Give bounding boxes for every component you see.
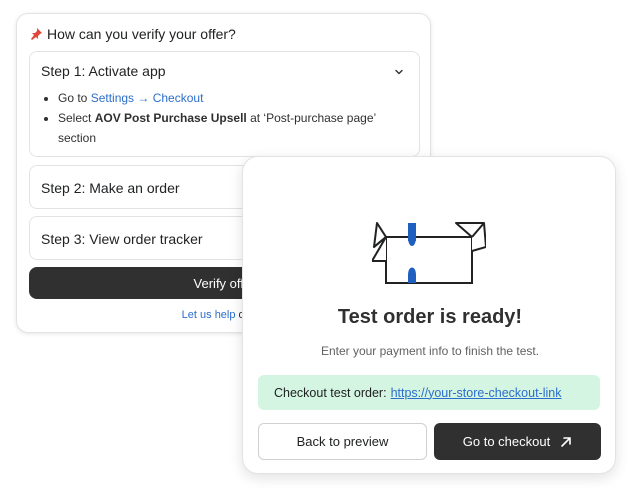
chevron-down-icon[interactable]: [393, 66, 405, 78]
pushpin-icon: [29, 27, 43, 41]
verify-card-title-text: How can you verify your offer?: [47, 26, 236, 42]
list-item: Select AOV Post Purchase Upsell at ‘Post…: [58, 108, 408, 148]
modal-subtitle: Enter your payment info to finish the te…: [320, 344, 540, 358]
modal-title: Test order is ready!: [337, 306, 523, 328]
step-2-title[interactable]: Step 2: Make an order: [41, 180, 180, 196]
arrow-up-right-icon: [561, 436, 572, 447]
step-1-accordion[interactable]: Step 1: Activate app Go to Settings → Ch…: [29, 51, 420, 157]
list-item: Go to Settings → Checkout: [58, 88, 408, 108]
test-order-modal: Test order is ready! Enter your payment …: [242, 156, 616, 474]
instruction-text: Go to: [58, 91, 91, 105]
step-3-title[interactable]: Step 3: View order tracker: [41, 231, 203, 247]
settings-checkout-link[interactable]: Settings → Checkout: [91, 91, 204, 105]
verify-card-title: How can you verify your offer?: [29, 26, 236, 42]
checkout-test-order-banner: Checkout test order: https://your-store-…: [258, 375, 600, 410]
checkout-label: Checkout test order:: [274, 385, 387, 400]
step-1-title[interactable]: Step 1: Activate app: [41, 63, 166, 79]
open-box-icon: [372, 222, 486, 284]
app-name: AOV Post Purchase Upsell: [94, 111, 247, 125]
step-1-instructions: Go to Settings → Checkout Select AOV Pos…: [58, 88, 408, 148]
instruction-text: Select: [58, 111, 95, 125]
go-to-checkout-button[interactable]: Go to checkout: [434, 423, 601, 460]
let-us-help-link[interactable]: Let us help: [182, 309, 236, 321]
checkout-link[interactable]: https://your-store-checkout-link: [391, 386, 562, 400]
back-to-preview-button[interactable]: Back to preview: [258, 423, 427, 460]
go-to-checkout-label: Go to checkout: [462, 434, 551, 449]
